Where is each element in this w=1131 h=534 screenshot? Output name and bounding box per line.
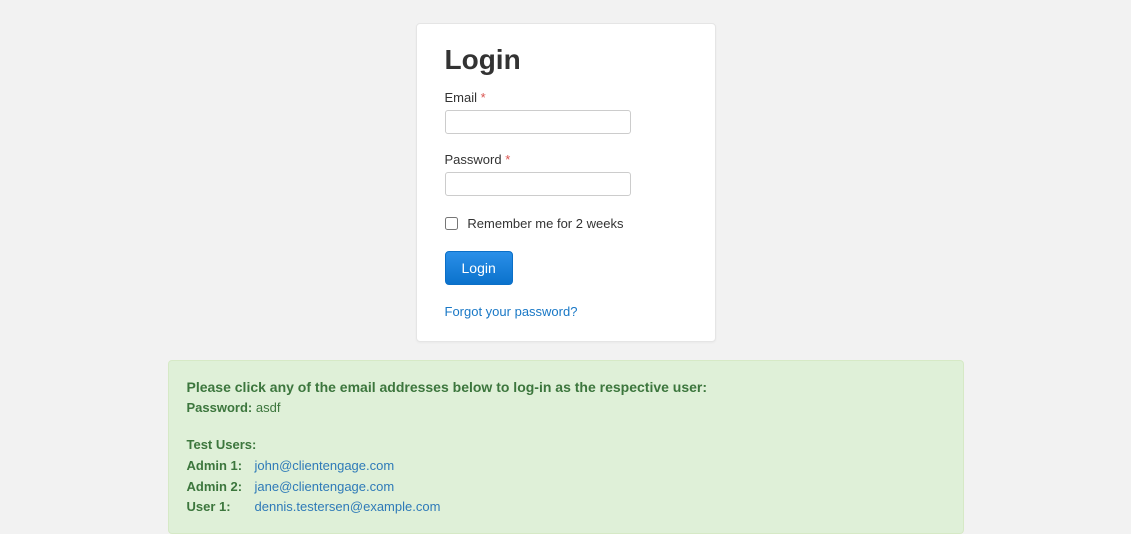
user-email-link[interactable]: john@clientengage.com — [255, 456, 395, 477]
required-asterisk: * — [481, 90, 486, 105]
remember-row: Remember me for 2 weeks — [445, 214, 687, 231]
user-row: Admin 1: john@clientengage.com — [187, 456, 945, 477]
user-row: Admin 2: jane@clientengage.com — [187, 477, 945, 498]
user-role-label: Admin 2: — [187, 477, 255, 498]
info-heading: Please click any of the email addresses … — [187, 376, 945, 398]
login-title: Login — [445, 44, 687, 76]
test-users-heading: Test Users: — [187, 435, 945, 456]
required-asterisk: * — [505, 152, 510, 167]
forgot-password-link[interactable]: Forgot your password? — [445, 304, 578, 319]
info-panel: Please click any of the email addresses … — [168, 360, 964, 534]
login-button[interactable]: Login — [445, 251, 513, 285]
user-role-label: User 1: — [187, 497, 255, 518]
password-label: Password * — [445, 152, 687, 167]
info-password-row: Password: asdf — [187, 398, 945, 419]
user-email-link[interactable]: jane@clientengage.com — [255, 477, 395, 498]
login-card: Login Email * Password * Remember me for… — [416, 23, 716, 342]
email-group: Email * — [445, 90, 687, 134]
remember-label: Remember me for 2 weeks — [467, 216, 623, 231]
password-group: Password * — [445, 152, 687, 196]
password-label-text: Password — [445, 152, 502, 167]
email-label-text: Email — [445, 90, 478, 105]
user-role-label: Admin 1: — [187, 456, 255, 477]
user-row: User 1: dennis.testersen@example.com — [187, 497, 945, 518]
email-field[interactable] — [445, 110, 631, 134]
email-label: Email * — [445, 90, 687, 105]
info-password-value: asdf — [256, 400, 281, 415]
info-password-label: Password: — [187, 400, 253, 415]
password-field[interactable] — [445, 172, 631, 196]
remember-checkbox[interactable] — [445, 217, 458, 230]
user-email-link[interactable]: dennis.testersen@example.com — [255, 497, 441, 518]
